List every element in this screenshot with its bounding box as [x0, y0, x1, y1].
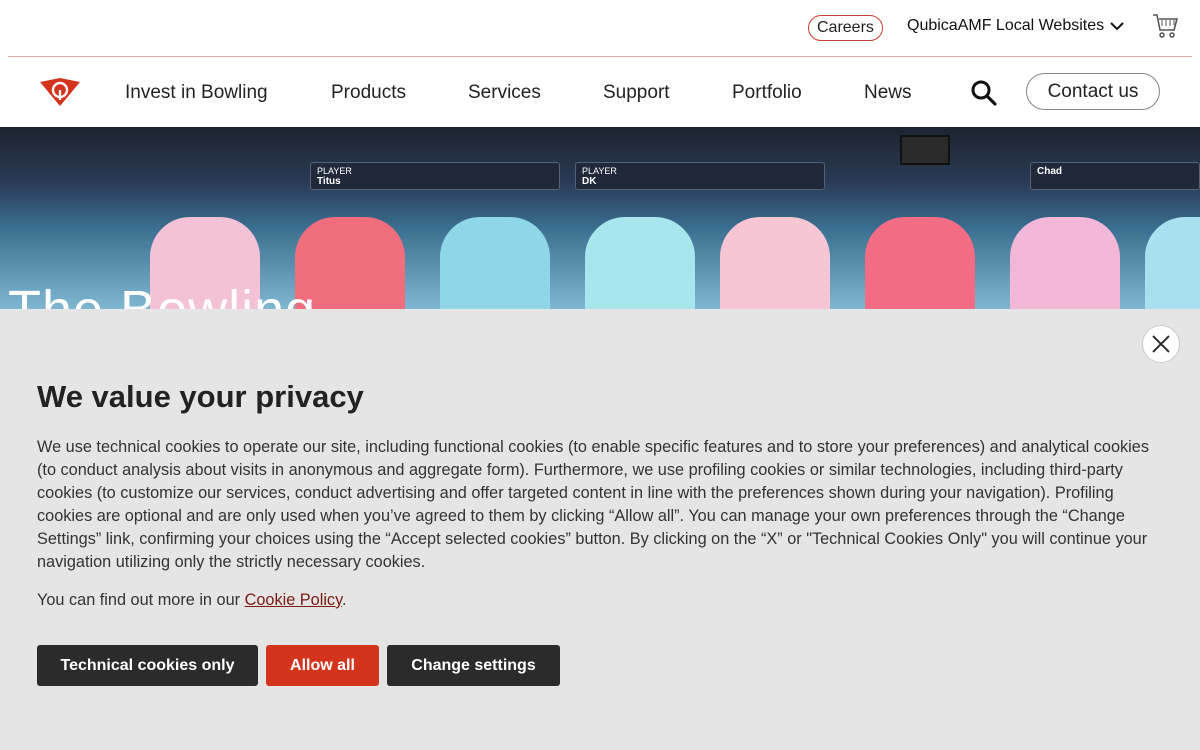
hero-speaker: [900, 135, 950, 165]
hero-scoreboard: PLAYER Titus: [310, 162, 560, 190]
hero-scoreboard-tag: PLAYER: [582, 166, 617, 176]
hero-lane: [1010, 217, 1120, 309]
cookie-more-suffix: .: [342, 591, 347, 609]
top-bar: Careers QubicaAMF Local Websites: [8, 0, 1192, 57]
technical-cookies-only-button[interactable]: Technical cookies only: [37, 645, 258, 686]
hero-scoreboard-player: Titus: [317, 176, 341, 187]
cookie-consent-panel: We value your privacy We use technical c…: [0, 309, 1200, 750]
hero-lane: [720, 217, 830, 309]
contact-us-button[interactable]: Contact us: [1026, 73, 1160, 110]
nav-portfolio[interactable]: Portfolio: [732, 82, 802, 104]
change-settings-button[interactable]: Change settings: [387, 645, 560, 686]
hero-lane: [440, 217, 550, 309]
nav-invest-in-bowling[interactable]: Invest in Bowling: [125, 82, 268, 104]
hero-scoreboard-tag: PLAYER: [317, 166, 352, 176]
cart-icon[interactable]: [1152, 11, 1178, 39]
cookie-more-info: You can find out more in our Cookie Poli…: [37, 591, 347, 610]
cookie-more-prefix: You can find out more in our: [37, 591, 245, 609]
nav-services[interactable]: Services: [468, 82, 541, 104]
cookie-description: We use technical cookies to operate our …: [37, 438, 1149, 571]
nav-products[interactable]: Products: [331, 82, 406, 104]
careers-link[interactable]: Careers: [808, 15, 883, 41]
allow-all-button[interactable]: Allow all: [266, 645, 379, 686]
nav-support[interactable]: Support: [603, 82, 670, 104]
close-icon: [1152, 335, 1170, 353]
search-icon[interactable]: [970, 79, 998, 107]
hero-banner: PLAYER Titus PLAYER DK Chad The Bowling: [0, 127, 1200, 309]
cookie-title: We value your privacy: [37, 379, 364, 414]
hero-lane: [865, 217, 975, 309]
chevron-down-icon: [1110, 22, 1124, 31]
hero-scoreboard-player: DK: [582, 176, 597, 187]
qubicaamf-logo[interactable]: [40, 78, 80, 106]
hero-scoreboard: PLAYER DK: [575, 162, 825, 190]
hero-lane: [1145, 217, 1200, 309]
main-navigation: Invest in Bowling Products Services Supp…: [0, 58, 1200, 127]
local-websites-dropdown[interactable]: QubicaAMF Local Websites: [907, 17, 1124, 35]
hero-scoreboard-player: Chad: [1037, 166, 1062, 177]
local-websites-label: QubicaAMF Local Websites: [907, 17, 1105, 34]
hero-lane: [585, 217, 695, 309]
hero-title: The Bowling: [8, 279, 316, 309]
cookie-policy-link[interactable]: Cookie Policy: [245, 591, 342, 609]
nav-news[interactable]: News: [864, 82, 912, 104]
close-button[interactable]: [1142, 325, 1180, 363]
hero-scoreboard: Chad: [1030, 162, 1200, 190]
